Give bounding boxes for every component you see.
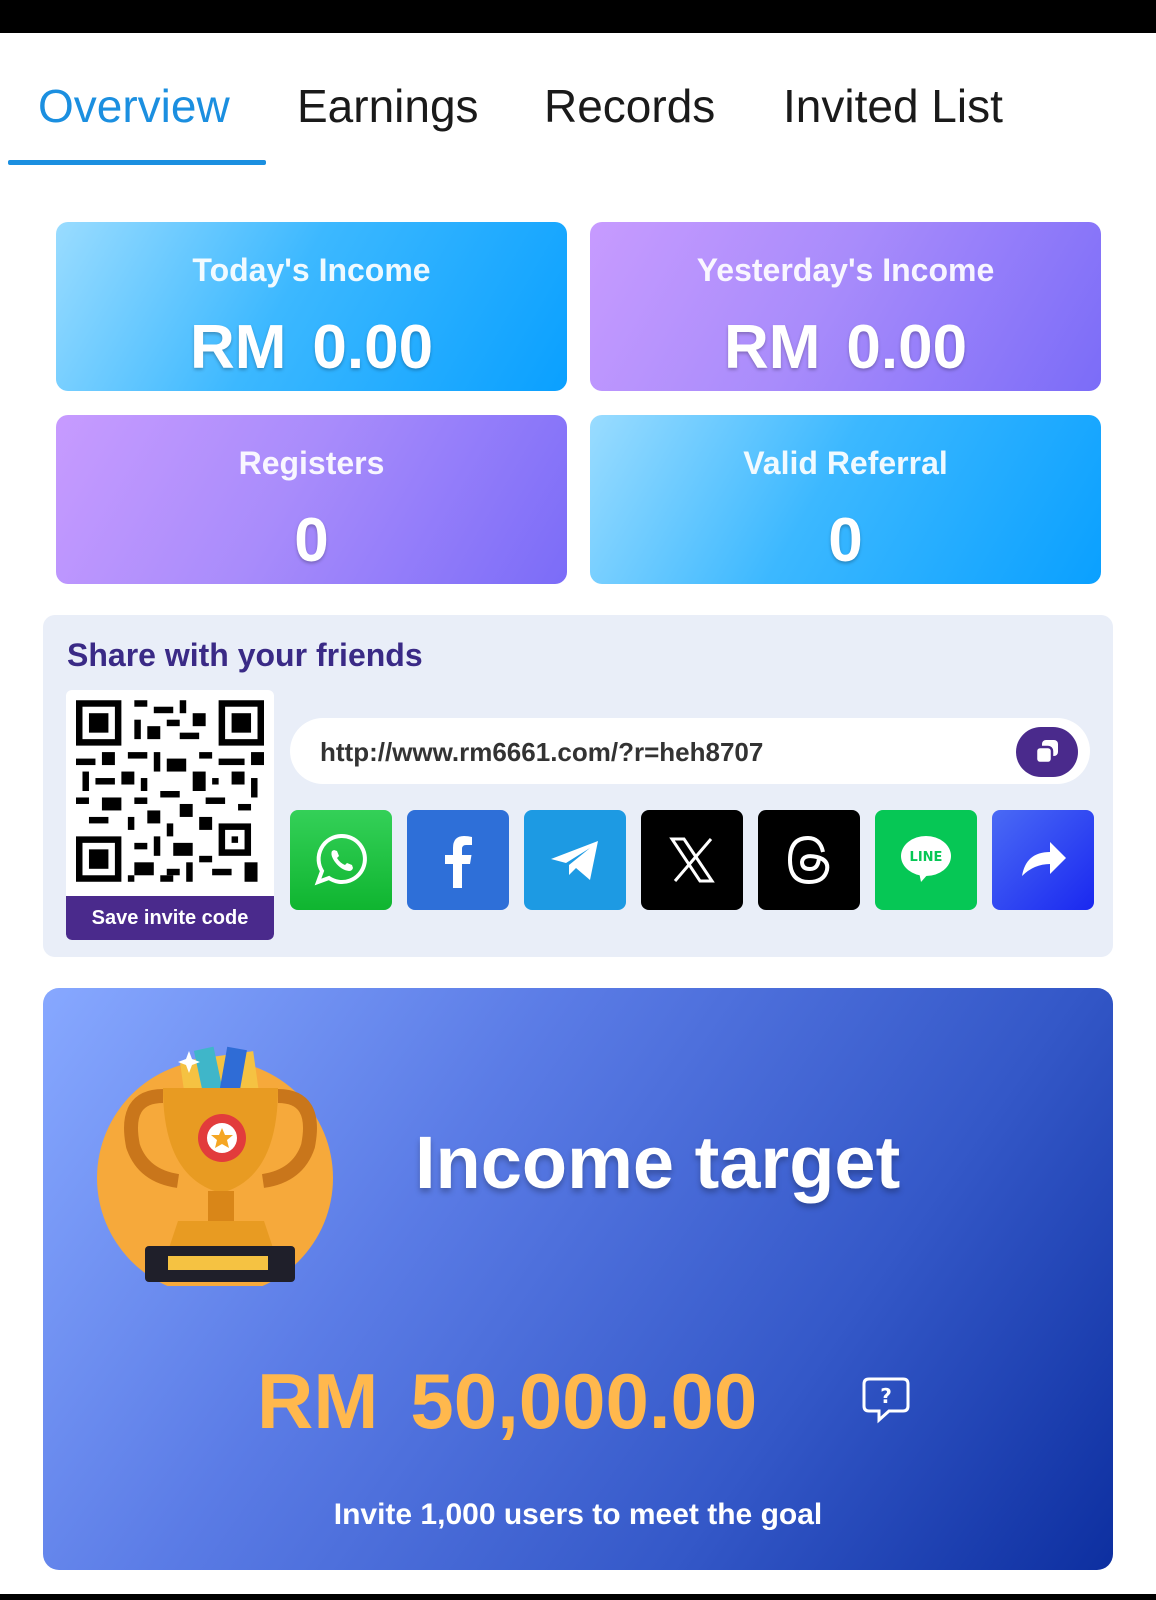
help-icon[interactable]: ? [861,1375,911,1425]
tab-invited-list[interactable]: Invited List [783,79,1003,133]
tab-overview[interactable]: Overview [38,79,230,133]
todays-income-value: RM 0.00 [56,312,567,383]
registers-value: 0 [294,506,329,575]
telegram-button[interactable] [524,810,626,910]
invite-link-text: http://www.rm6661.com/?r=heh8707 [320,737,764,767]
line-button[interactable]: LINE [875,810,977,910]
tab-earnings[interactable]: Earnings [297,79,479,133]
telegram-icon [551,841,598,880]
active-tab-indicator [8,160,266,165]
copy-icon [1034,740,1058,765]
yesterdays-income-card: Yesterday's Income RM 0.00 [590,222,1101,391]
income-target-panel: Income target RM 50,000.00 ? Invite 1,000… [43,988,1113,1570]
income-target-title: Income target [415,1121,901,1204]
status-bar [0,0,1156,33]
registers-card: Registers 0 [56,415,567,584]
x-icon [669,837,715,883]
valid-referral-value: 0 [828,506,863,575]
svg-text:LINE: LINE [910,850,943,865]
currency: RM [189,313,287,382]
facebook-button[interactable] [407,810,509,910]
invite-link-field[interactable]: http://www.rm6661.com/?r=heh8707 [290,718,1090,784]
whatsapp-icon [314,833,367,886]
currency: RM [723,313,821,382]
qr-code[interactable]: Save invite code [66,690,274,940]
todays-income-label: Today's Income [192,252,431,288]
valid-referral-card: Valid Referral 0 [590,415,1101,584]
more-share-button[interactable] [992,810,1094,910]
yesterdays-income-value: RM 0.00 [590,312,1101,383]
todays-income-card: Today's Income RM 0.00 [56,222,567,391]
qr-code-icon [76,700,264,882]
line-icon: LINE [901,836,951,882]
registers-label: Registers [238,445,385,481]
x-button[interactable] [641,810,743,910]
whatsapp-button[interactable] [290,810,392,910]
currency: RM [257,1357,379,1445]
facebook-icon [445,836,472,888]
threads-button[interactable] [758,810,860,910]
share-title: Share with your friends [67,637,423,673]
share-panel: Share with your friends Save invite code… [43,615,1113,957]
save-invite-code-button[interactable]: Save invite code [66,896,274,940]
share-icon [1022,842,1066,876]
home-indicator-bar [0,1594,1156,1600]
threads-icon [787,835,830,885]
tab-records[interactable]: Records [544,79,715,133]
tab-bar: Overview Earnings Records Invited List [0,33,1156,168]
copy-link-button[interactable] [1016,727,1078,777]
income-target-subtitle: Invite 1,000 users to meet the goal [333,1498,823,1531]
svg-text:?: ? [880,1384,892,1408]
trophy-icon [97,1046,333,1286]
amount: 0.00 [846,313,968,382]
income-target-amount: RM 50,000.00 [257,1356,757,1447]
amount: 0.00 [312,313,434,382]
yesterdays-income-label: Yesterday's Income [696,252,995,288]
amount: 50,000.00 [410,1357,758,1445]
valid-referral-label: Valid Referral [743,445,948,481]
